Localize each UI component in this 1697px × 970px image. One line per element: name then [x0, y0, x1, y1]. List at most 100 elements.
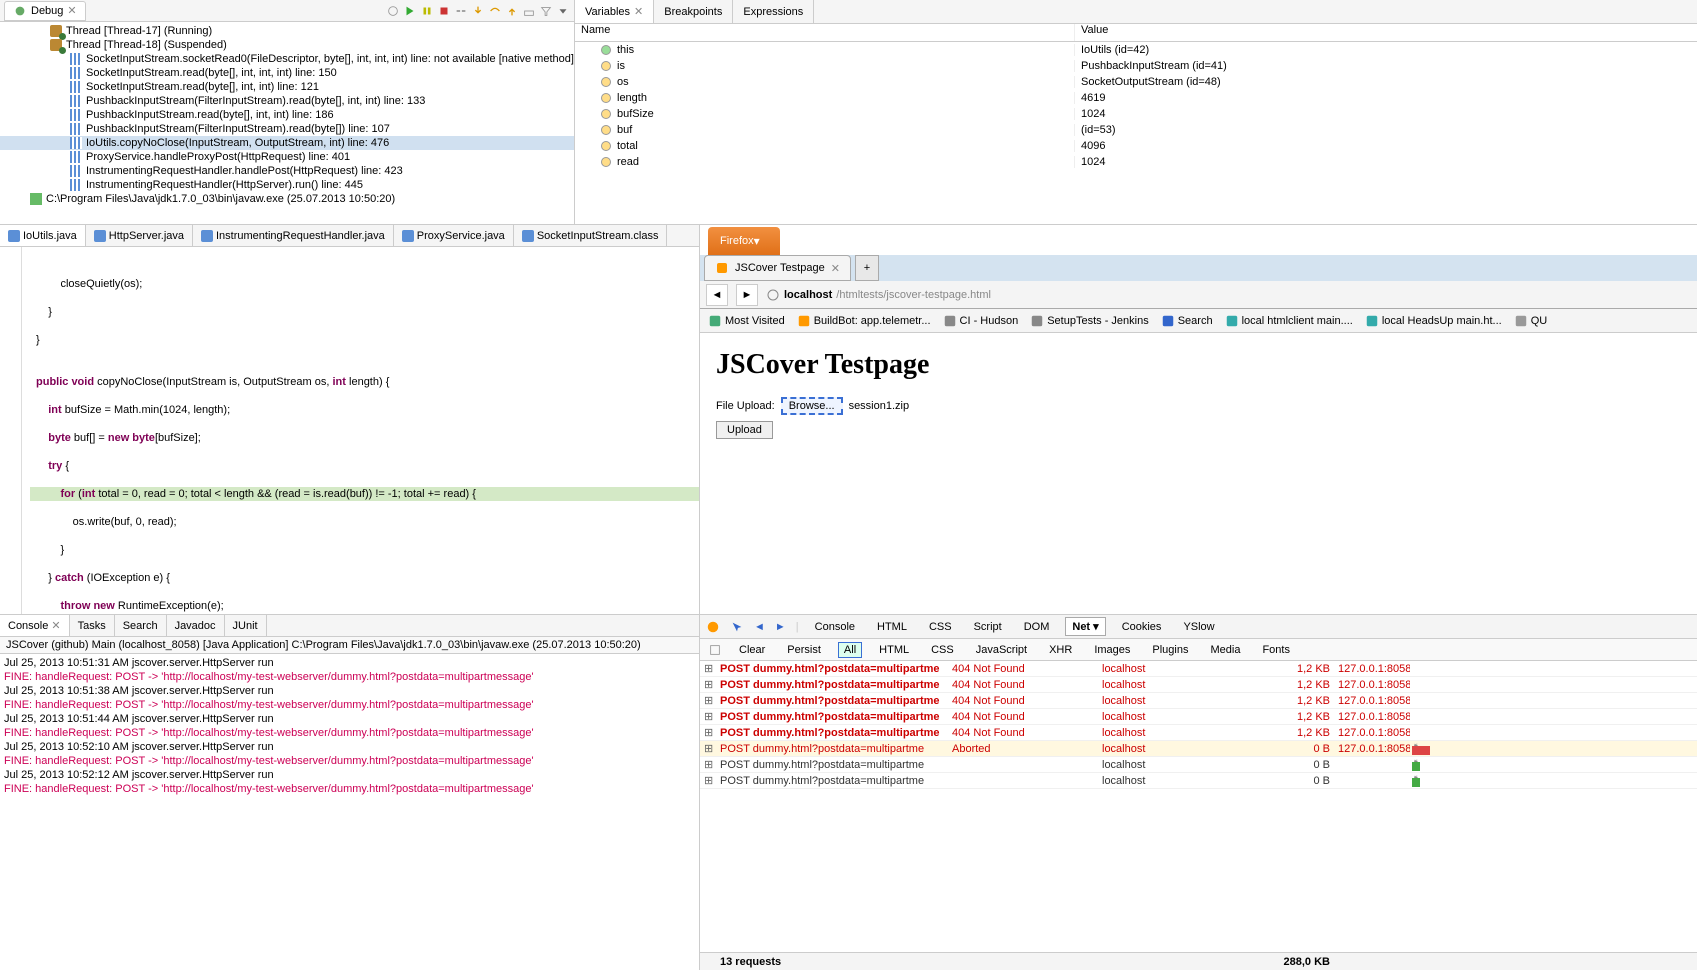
console-output[interactable]: Jul 25, 2013 10:51:31 AM jscover.server.… — [0, 654, 699, 970]
bookmark-item[interactable]: local HeadsUp main.ht... — [1365, 314, 1502, 328]
filter-media[interactable]: Media — [1205, 643, 1245, 657]
net-requests-list[interactable]: ⊞POST dummy.html?postdata=multipartme404… — [700, 661, 1697, 952]
browser-tab[interactable]: JSCover Testpage ✕ — [704, 255, 851, 281]
fb-console-tab[interactable]: Console — [809, 619, 861, 635]
new-tab-button[interactable]: + — [855, 255, 879, 281]
tasks-tab[interactable]: Tasks — [70, 615, 115, 636]
browse-button[interactable]: Browse... — [781, 397, 843, 415]
stack-frame[interactable]: SocketInputStream.read(byte[], int, int,… — [0, 66, 574, 80]
net-request-row[interactable]: ⊞POST dummy.html?postdata=multipartmeloc… — [700, 757, 1697, 773]
net-request-row[interactable]: ⊞POST dummy.html?postdata=multipartme404… — [700, 725, 1697, 741]
bookmark-item[interactable]: SetupTests - Jenkins — [1030, 314, 1149, 328]
nav-back-icon[interactable]: ◄ — [754, 621, 765, 633]
filter-images[interactable]: Images — [1089, 643, 1135, 657]
step-over-icon[interactable] — [488, 4, 502, 18]
resume-icon[interactable] — [403, 4, 417, 18]
stack-frame[interactable]: SocketInputStream.read(byte[], int, int)… — [0, 80, 574, 94]
net-request-row[interactable]: ⊞POST dummy.html?postdata=multipartme404… — [700, 709, 1697, 725]
net-request-row[interactable]: ⊞POST dummy.html?postdata=multipartmeloc… — [700, 773, 1697, 789]
search-tab[interactable]: Search — [115, 615, 167, 636]
export-icon[interactable] — [708, 643, 722, 657]
variable-row[interactable]: osSocketOutputStream (id=48) — [575, 74, 1697, 90]
use-step-filters-icon[interactable] — [539, 4, 553, 18]
editor-tab[interactable]: IoUtils.java — [0, 225, 86, 246]
step-return-icon[interactable] — [505, 4, 519, 18]
net-request-row[interactable]: ⊞POST dummy.html?postdata=multipartme404… — [700, 693, 1697, 709]
view-menu-icon[interactable] — [556, 4, 570, 18]
variable-row[interactable]: read1024 — [575, 154, 1697, 170]
clear-button[interactable]: Clear — [734, 643, 770, 657]
step-into-icon[interactable] — [471, 4, 485, 18]
fb-cookies-tab[interactable]: Cookies — [1116, 619, 1168, 635]
net-request-row[interactable]: ⊞POST dummy.html?postdata=multipartmeAbo… — [700, 741, 1697, 757]
thread-node[interactable]: Thread [Thread-18] (Suspended) — [0, 38, 574, 52]
close-icon[interactable]: ✕ — [51, 619, 60, 632]
persist-button[interactable]: Persist — [782, 643, 826, 657]
stack-frame[interactable]: PushbackInputStream.read(byte[], int, in… — [0, 108, 574, 122]
variable-row[interactable]: buf(id=53) — [575, 122, 1697, 138]
fb-html-tab[interactable]: HTML — [871, 619, 913, 635]
firebug-icon[interactable] — [706, 620, 720, 634]
variable-row[interactable]: bufSize1024 — [575, 106, 1697, 122]
firefox-menu-button[interactable]: Firefox ▾ — [708, 227, 780, 255]
drop-to-frame-icon[interactable] — [522, 4, 536, 18]
suspend-icon[interactable] — [420, 4, 434, 18]
variables-tab[interactable]: Variables ✕ — [575, 0, 654, 23]
filter-js[interactable]: JavaScript — [971, 643, 1032, 657]
back-button[interactable]: ◄ — [706, 284, 728, 306]
thread-node[interactable]: Thread [Thread-17] (Running) — [0, 24, 574, 38]
net-request-row[interactable]: ⊞POST dummy.html?postdata=multipartme404… — [700, 677, 1697, 693]
net-request-row[interactable]: ⊞POST dummy.html?postdata=multipartme404… — [700, 661, 1697, 677]
forward-button[interactable]: ► — [736, 284, 758, 306]
close-icon[interactable]: ✕ — [67, 4, 76, 17]
stack-frame[interactable]: IoUtils.copyNoClose(InputStream, OutputS… — [0, 136, 574, 150]
stack-frame[interactable]: PushbackInputStream(FilterInputStream).r… — [0, 122, 574, 136]
fb-script-tab[interactable]: Script — [968, 619, 1008, 635]
junit-tab[interactable]: JUnit — [225, 615, 267, 636]
bookmark-item[interactable]: Most Visited — [708, 314, 785, 328]
fb-css-tab[interactable]: CSS — [923, 619, 958, 635]
stack-frame[interactable]: PushbackInputStream(FilterInputStream).r… — [0, 94, 574, 108]
stack-frame[interactable]: ProxyService.handleProxyPost(HttpRequest… — [0, 150, 574, 164]
skip-breakpoints-icon[interactable] — [386, 4, 400, 18]
editor-tab[interactable]: SocketInputStream.class — [514, 225, 668, 246]
stack-frame[interactable]: InstrumentingRequestHandler.handlePost(H… — [0, 164, 574, 178]
bookmark-item[interactable]: QU — [1514, 314, 1548, 328]
variable-row[interactable]: length4619 — [575, 90, 1697, 106]
bookmark-item[interactable]: BuildBot: app.telemetr... — [797, 314, 931, 328]
fb-yslow-tab[interactable]: YSlow — [1177, 619, 1220, 635]
column-name[interactable]: Name — [575, 24, 1075, 41]
debug-tree[interactable]: Thread [Thread-17] (Running) Thread [Thr… — [0, 22, 574, 224]
debug-tab[interactable]: Debug ✕ — [4, 1, 86, 21]
javadoc-tab[interactable]: Javadoc — [167, 615, 225, 636]
filter-all[interactable]: All — [838, 642, 862, 658]
terminate-icon[interactable] — [437, 4, 451, 18]
code-editor[interactable]: closeQuietly(os); } } public void copyNo… — [0, 247, 699, 614]
bookmark-item[interactable]: Search — [1161, 314, 1213, 328]
filter-html[interactable]: HTML — [874, 643, 914, 657]
editor-tab[interactable]: HttpServer.java — [86, 225, 193, 246]
expressions-tab[interactable]: Expressions — [733, 0, 814, 23]
disconnect-icon[interactable] — [454, 4, 468, 18]
bookmark-item[interactable]: local htmlclient main.... — [1225, 314, 1353, 328]
fb-dom-tab[interactable]: DOM — [1018, 619, 1056, 635]
upload-button[interactable]: Upload — [716, 421, 773, 439]
fb-net-tab[interactable]: Net ▾ — [1065, 617, 1105, 636]
nav-fwd-icon[interactable]: ► — [775, 621, 786, 633]
filter-fonts[interactable]: Fonts — [1257, 643, 1295, 657]
filter-plugins[interactable]: Plugins — [1147, 643, 1193, 657]
breakpoints-tab[interactable]: Breakpoints — [654, 0, 733, 23]
close-tab-icon[interactable]: ✕ — [831, 262, 840, 275]
editor-tab[interactable]: InstrumentingRequestHandler.java — [193, 225, 394, 246]
variable-row[interactable]: total4096 — [575, 138, 1697, 154]
stack-frame[interactable]: InstrumentingRequestHandler(HttpServer).… — [0, 178, 574, 192]
column-value[interactable]: Value — [1075, 24, 1697, 41]
variables-list[interactable]: thisIoUtils (id=42)isPushbackInputStream… — [575, 42, 1697, 224]
console-tab[interactable]: Console ✕ — [0, 615, 70, 636]
filter-css[interactable]: CSS — [926, 643, 959, 657]
variable-row[interactable]: isPushbackInputStream (id=41) — [575, 58, 1697, 74]
stack-frame[interactable]: SocketInputStream.socketRead0(FileDescri… — [0, 52, 574, 66]
close-icon[interactable]: ✕ — [634, 5, 643, 18]
bookmark-item[interactable]: CI - Hudson — [943, 314, 1019, 328]
process-node[interactable]: C:\Program Files\Java\jdk1.7.0_03\bin\ja… — [0, 192, 574, 206]
